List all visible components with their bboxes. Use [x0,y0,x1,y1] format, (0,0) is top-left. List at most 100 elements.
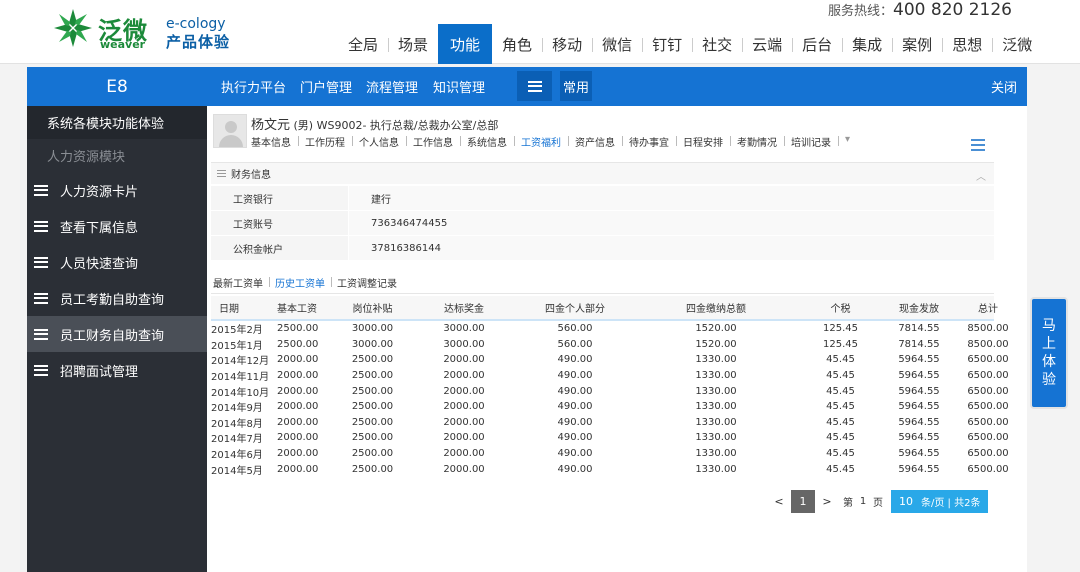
sidebar-items: 人力资源卡片 查看下属信息 人员快速查询 员工考勤自助查询 员工财务自助查询 招聘面试管理 [27,172,207,388]
table-cell: 2000.00 [277,416,319,428]
table-cell: 2500.00 [351,354,394,366]
table-row: 2014年8月 2000.00 2500.00 2000.00 490.00 1330.0… [211,415,1009,431]
page-size-select[interactable]: 10 条/页 | 共2条 [891,490,989,513]
table-cell: 2000.00 [443,370,485,382]
main-nav-item[interactable]: 场景 [388,24,438,64]
sidebar-item[interactable]: 人力资源卡片 [27,172,207,208]
sidebar-item[interactable]: 人员快速查询 [27,244,207,280]
main-nav-item[interactable]: 功能 [438,24,493,64]
table-cell: 7814.55 [898,323,940,335]
finance-row-bank: 工资银行 建行 [211,186,994,211]
try-now-char: 马 [1042,318,1056,334]
employee-tab[interactable]: 日程安排 [676,134,730,149]
current-page[interactable]: 1 [791,490,815,513]
employee-tab[interactable]: 系统信息 [460,134,514,149]
table-cell: 1520.00 [695,323,737,335]
main-nav-item[interactable]: 云端 [742,24,792,64]
table-cell: 45.45 [826,370,855,382]
service-hotline: 服务热线：400 820 2126 [828,0,1012,22]
main-nav-item[interactable]: 全局 [338,24,388,64]
main-nav-item[interactable]: 后台 [792,24,842,64]
sidebar-item[interactable]: 员工财务自助查询 [27,316,207,352]
top-menu-item-knowledge[interactable]: 知识管理 [433,67,485,106]
sidebar-group-label: 人力资源模块 [47,150,126,165]
table-cell: 2015年2月 [211,325,263,337]
weaver-logo-mark-icon [54,9,92,47]
table-cell: 560.00 [557,323,593,335]
employee-tab[interactable]: 资产信息 [568,134,622,149]
column-header[interactable]: 日期 [211,300,267,315]
column-header[interactable]: 四金个人部分 [510,300,640,315]
table-cell: 2500.00 [351,416,394,428]
column-header[interactable]: 岗位补贴 [327,300,418,315]
table-cell: 2014年10月 [211,387,270,399]
employee-tab[interactable]: 基本信息 [251,134,298,149]
employee-tab[interactable]: 工作历程 [298,134,352,149]
table-cell: 6500.00 [967,385,1009,397]
table-cell: 45.45 [826,354,855,366]
column-header[interactable]: 基本工资 [267,300,327,315]
top-menu-item-workflow[interactable]: 流程管理 [366,67,418,106]
table-cell: 5964.55 [898,463,940,475]
more-tabs-icon[interactable]: ▾ [838,134,857,149]
employee-tab[interactable]: 工资福利 [514,134,568,149]
main-nav-item[interactable]: 角色 [492,24,542,64]
goto-page-input[interactable]: 1 [853,496,873,507]
column-header[interactable]: 个税 [792,300,889,315]
table-cell: 2014年8月 [211,418,263,430]
product-label-en: e-cology [166,16,226,32]
list-icon[interactable] [971,139,985,151]
top-menu-item-execution[interactable]: 执行力平台 [221,67,286,106]
sidebar-item[interactable]: 招聘面试管理 [27,352,207,388]
table-cell: 6500.00 [967,432,1009,444]
table-cell: 560.00 [557,338,593,350]
table-cell: 2500.00 [277,338,319,350]
table-cell: 45.45 [826,385,855,397]
employee-tab[interactable]: 个人信息 [352,134,406,149]
main-nav-item[interactable]: 思想 [942,24,992,64]
table-cell: 2014年9月 [211,403,263,415]
try-now-button[interactable]: 马上体验 [1030,297,1068,409]
employee-tab[interactable]: 待办事宜 [622,134,676,149]
employee-name: 杨文元 [251,118,291,133]
hamburger-icon [34,184,48,196]
column-header[interactable]: 总计 [949,300,1027,315]
salary-tab[interactable]: 工资调整记录 [331,275,403,290]
employee-tab[interactable]: 培训记录 [784,134,838,149]
column-header[interactable]: 现金发放 [889,300,949,315]
main-nav-item[interactable]: 微信 [592,24,642,64]
common-button[interactable]: 常用 [560,71,592,101]
table-cell: 1330.00 [695,385,737,397]
main-nav-item[interactable]: 泛微 [992,24,1042,64]
employee-tab[interactable]: 工作信息 [406,134,460,149]
section-menu-icon [217,170,226,177]
main-nav-item[interactable]: 社交 [692,24,742,64]
weaver-logo[interactable]: 泛微 weaver [50,5,150,55]
table-cell: 5964.55 [898,432,940,444]
collapse-icon[interactable]: ︿ [976,168,986,183]
finance-section-header[interactable]: 财务信息 ︿ [211,162,994,184]
sidebar-item[interactable]: 员工考勤自助查询 [27,280,207,316]
salary-tab[interactable]: 最新工资单 [213,275,269,290]
next-page-button[interactable]: > [815,495,839,508]
table-cell: 3000.00 [351,338,394,350]
employee-position: WS9002- 执行总裁/总裁办公室/总部 [316,119,499,132]
salary-tab[interactable]: 历史工资单 [269,275,331,290]
employee-tab[interactable]: 考勤情况 [730,134,784,149]
main-nav-item[interactable]: 移动 [542,24,592,64]
sidebar-item[interactable]: 查看下属信息 [27,208,207,244]
table-cell: 5964.55 [898,448,940,460]
menu-toggle-button[interactable] [517,71,552,101]
main-nav-item[interactable]: 集成 [842,24,892,64]
main-nav-item[interactable]: 钉钉 [642,24,692,64]
prev-page-button[interactable]: < [767,495,791,508]
close-button[interactable]: 关闭 [991,67,1017,106]
main-nav-item[interactable]: 案例 [892,24,942,64]
table-cell: 1520.00 [695,338,737,350]
column-header[interactable]: 四金缴纳总额 [640,300,792,315]
employee-gender: (男) [293,119,314,132]
column-header[interactable]: 达标奖金 [418,300,510,315]
sidebar-section[interactable]: 系统各模块功能体验 [27,106,207,139]
hotline-label: 服务热线： [828,4,894,19]
top-menu-item-portal[interactable]: 门户管理 [300,67,352,106]
